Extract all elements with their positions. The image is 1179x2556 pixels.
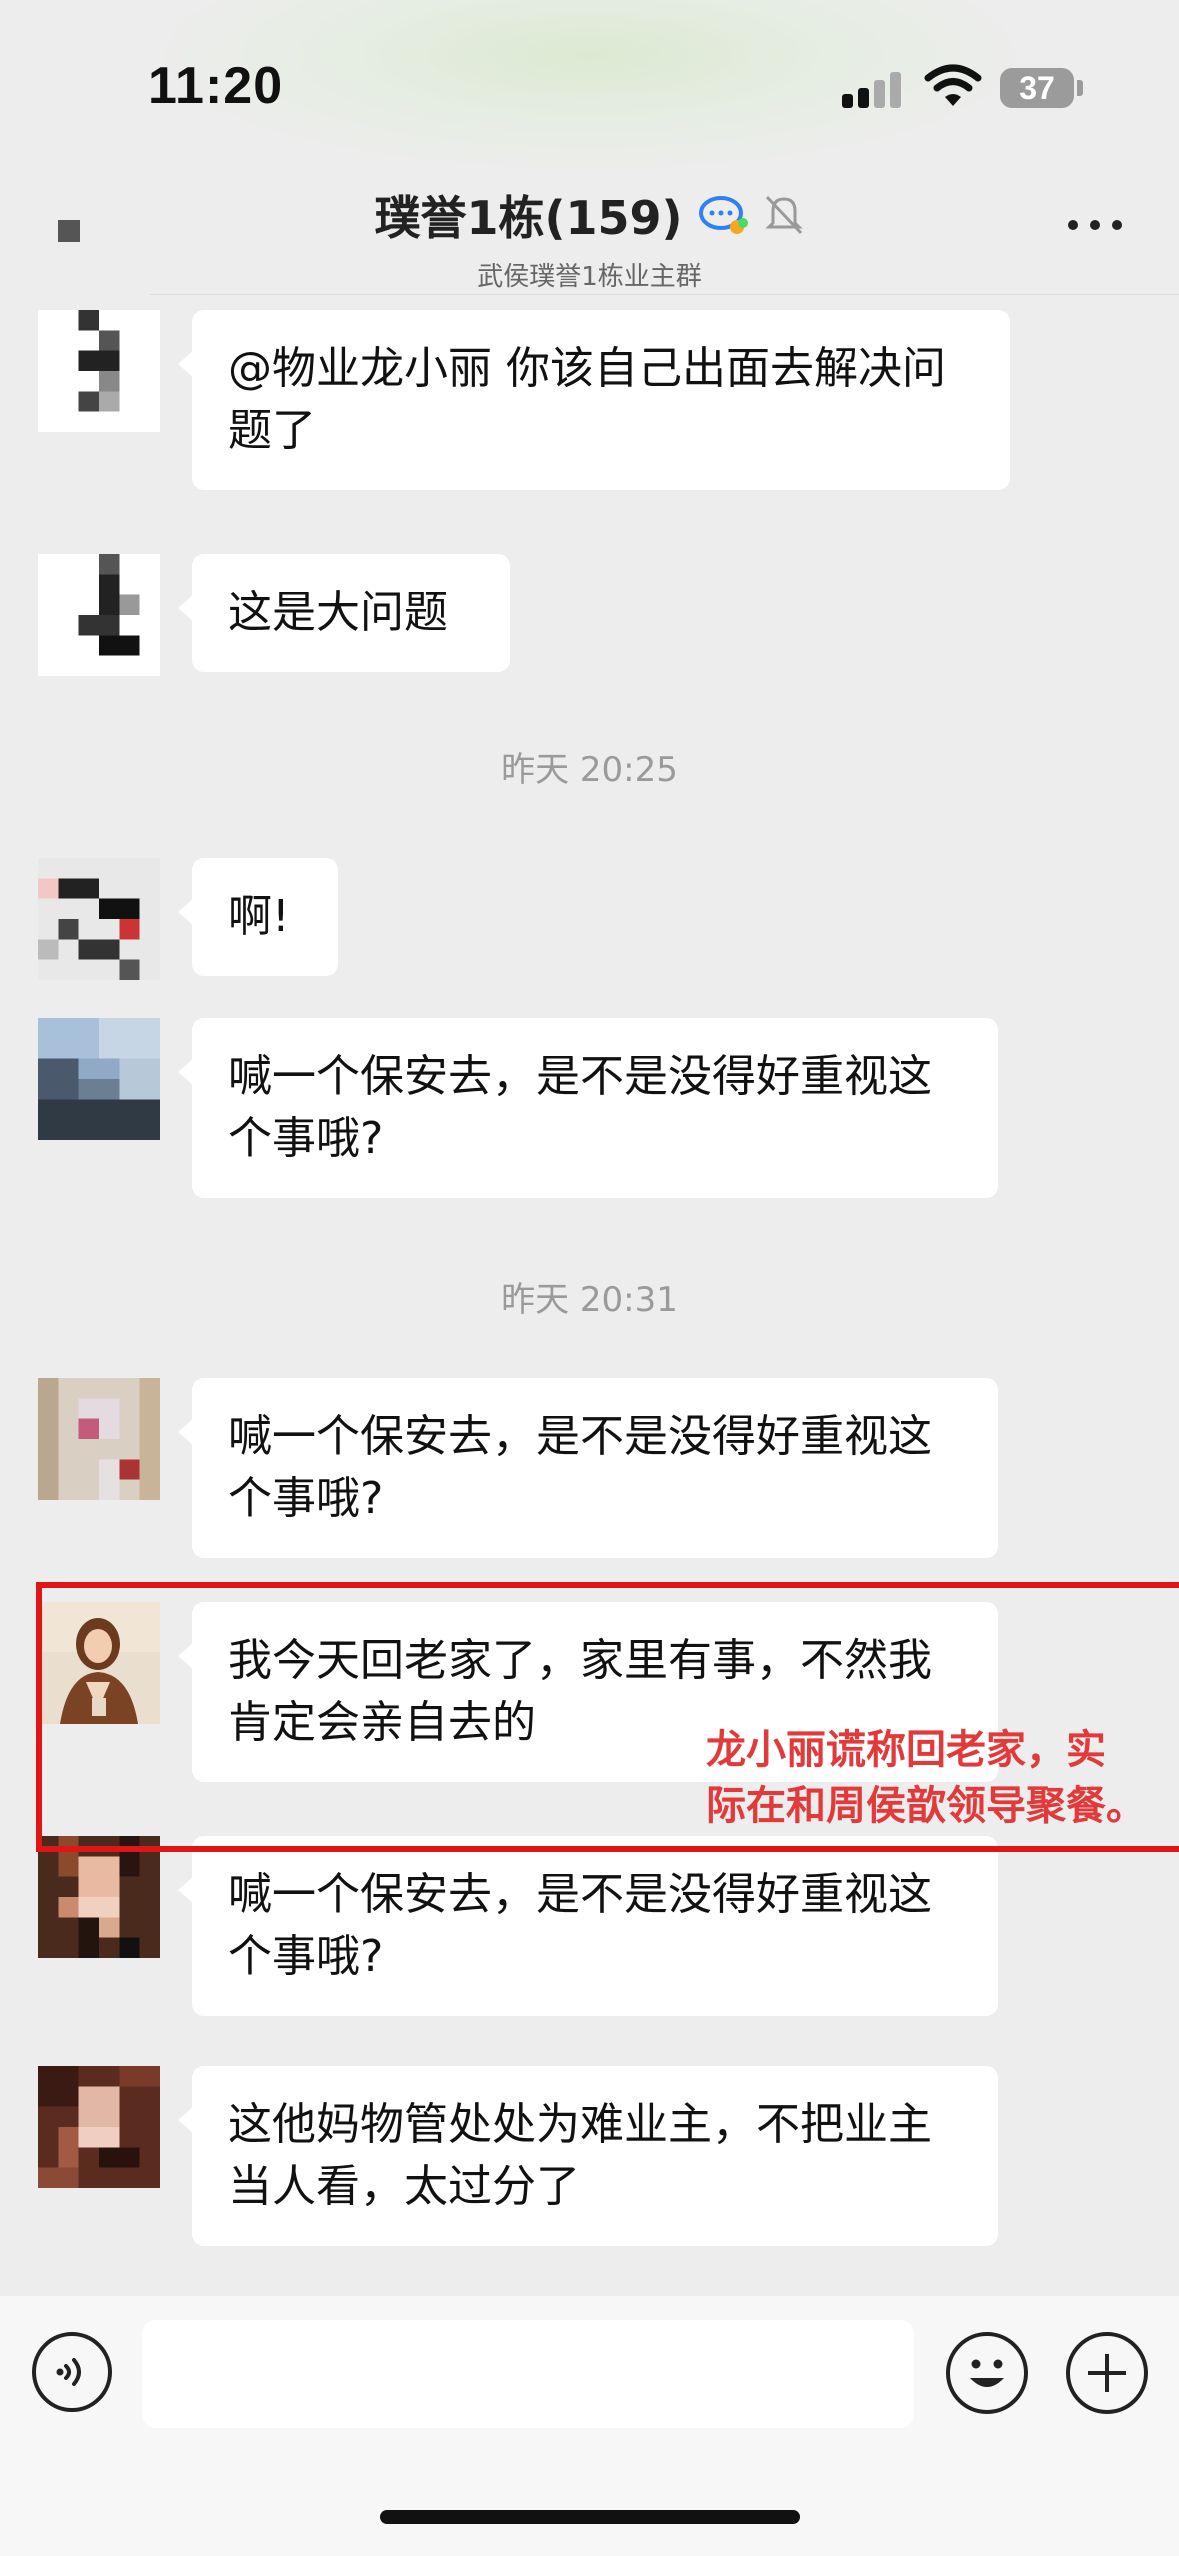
avatar[interactable] — [38, 2066, 160, 2188]
message-input[interactable] — [142, 2320, 914, 2428]
battery-tip — [1077, 80, 1083, 96]
message-bubble[interactable]: 喊一个保安去，是不是没得好重视这个事哦? — [178, 1018, 998, 1198]
message-bubble[interactable]: 这是大问题 — [178, 554, 510, 672]
emoji-icon[interactable] — [946, 2332, 1028, 2414]
avatar[interactable] — [38, 1378, 160, 1500]
message-bubble[interactable]: @物业龙小丽 你该自己出面去解决问题了 — [178, 310, 1010, 490]
avatar[interactable] — [38, 310, 160, 432]
nav-bar: 璞誉1栋(159) 武侯璞誉1栋业主群 — [0, 170, 1179, 295]
chat-title: 璞誉1栋(159) — [374, 191, 683, 245]
nav-divider — [150, 294, 1179, 295]
annotation-line-1: 龙小丽谎称回老家，实 — [706, 1727, 1106, 1773]
avatar[interactable] — [38, 554, 160, 676]
message-bubble[interactable]: 喊一个保安去，是不是没得好重视这个事哦? — [178, 1378, 998, 1558]
voice-icon[interactable] — [32, 2332, 112, 2412]
more-icon[interactable] — [1068, 216, 1128, 236]
title-area[interactable]: 璞誉1栋(159) 武侯璞誉1栋业主群 — [0, 182, 1179, 293]
chat-bubble-icon — [698, 196, 748, 234]
status-bar: 11:20 37 — [0, 0, 1179, 170]
battery-icon: 37 — [1000, 68, 1074, 108]
chat-subtitle: 武侯璞誉1栋业主群 — [477, 262, 702, 292]
mute-bell-icon — [764, 195, 803, 235]
signal-icon — [842, 70, 908, 108]
message-bubble[interactable]: 啊! — [178, 858, 338, 976]
avatar[interactable] — [38, 858, 160, 980]
annotation-line-2: 际在和周侯歆领导聚餐。 — [706, 1783, 1146, 1829]
home-indicator[interactable] — [380, 2510, 800, 2524]
timestamp: 昨天 20:25 — [501, 750, 678, 790]
message-bubble[interactable]: 喊一个保安去，是不是没得好重视这个事哦? — [178, 1836, 998, 2016]
annotation-text: 龙小丽谎称回老家，实 际在和周侯歆领导聚餐。 — [706, 1722, 1146, 1834]
message-bubble[interactable]: 这他妈物管处处为难业主，不把业主当人看，太过分了 — [178, 2066, 998, 2246]
plus-icon[interactable] — [1066, 2332, 1148, 2414]
avatar[interactable] — [38, 1018, 160, 1140]
timestamp: 昨天 20:31 — [501, 1280, 678, 1320]
wifi-icon — [924, 64, 982, 106]
avatar[interactable] — [38, 1836, 160, 1958]
status-time: 11:20 — [148, 57, 284, 115]
